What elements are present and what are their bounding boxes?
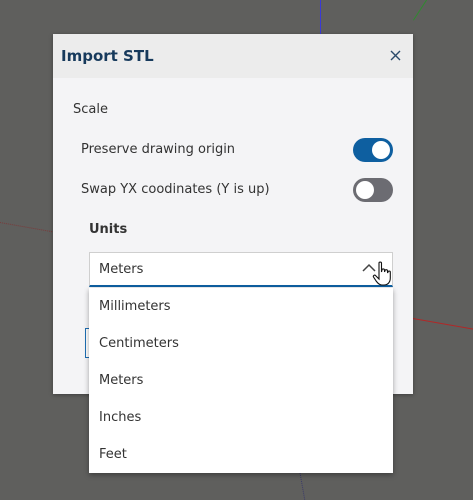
close-button[interactable] — [387, 47, 403, 63]
dotted-axis-line — [299, 470, 306, 500]
units-option-millimeters[interactable]: Millimeters — [89, 288, 393, 325]
units-option-feet[interactable]: Feet — [89, 436, 393, 473]
units-select[interactable]: Meters — [89, 252, 393, 287]
dialog-title: Import STL — [61, 47, 154, 65]
toggle-knob — [372, 141, 390, 159]
preserve-origin-toggle[interactable] — [353, 138, 393, 162]
units-option-inches[interactable]: Inches — [89, 399, 393, 436]
red-axis-line — [412, 318, 473, 332]
toggle-knob — [356, 181, 374, 199]
scale-section-label: Scale — [73, 102, 108, 117]
green-axis-line — [413, 0, 452, 21]
swap-yx-toggle[interactable] — [353, 178, 393, 202]
dialog-header: Import STL — [53, 34, 413, 78]
hand-cursor-icon — [372, 261, 391, 286]
dotted-axis-line — [0, 222, 55, 233]
units-dropdown-list: Millimeters Centimeters Meters Inches Fe… — [89, 288, 393, 473]
units-option-meters[interactable]: Meters — [89, 362, 393, 399]
units-label: Units — [89, 222, 128, 237]
units-option-centimeters[interactable]: Centimeters — [89, 325, 393, 362]
units-selected-value: Meters — [99, 262, 144, 277]
close-icon — [390, 50, 400, 60]
swap-yx-label: Swap YX coodinates (Y is up) — [81, 182, 270, 197]
preserve-origin-label: Preserve drawing origin — [81, 142, 236, 157]
blue-axis-line — [320, 0, 321, 34]
